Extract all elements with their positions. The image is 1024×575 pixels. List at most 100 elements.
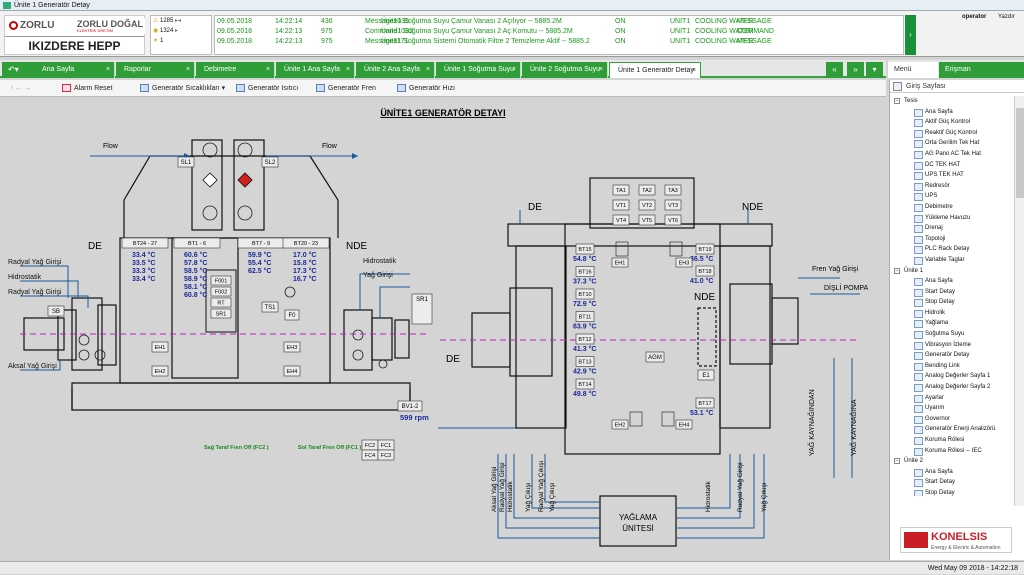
tab-nav-button[interactable]: ▾ (866, 62, 883, 78)
bt-nde-value: 41.0 °C (690, 277, 713, 285)
tree-item[interactable]: Uyarım (892, 403, 1010, 414)
tree-item[interactable]: Stop Detay (892, 297, 1010, 308)
bt-right-value: 72.9 °C (573, 300, 596, 308)
tree-item[interactable]: Ana Sayfa (892, 107, 1010, 118)
collapse-icon[interactable]: − (894, 98, 900, 104)
tab-5[interactable]: Ünite 1 Soğutma Suyu × (436, 62, 521, 78)
tree-item[interactable]: AG Pano AC Tek Hat (892, 149, 1010, 160)
eh-right-label: EH2 (615, 423, 626, 429)
tree-group[interactable]: − Ünite 2 (892, 456, 1010, 467)
tree-item[interactable]: Yükleme Havuzu (892, 213, 1010, 224)
tree-item[interactable]: UPS TEK HAT (892, 170, 1010, 181)
tab-6[interactable]: Ünite 2 Soğutma Suyu × (522, 62, 608, 78)
tree-item[interactable]: Governor (892, 414, 1010, 425)
company-logo: ZORLU ZORLU DOĞAL ELEKTRİK ÜRETİM IKIZDE… (4, 15, 145, 55)
collapse-icon[interactable]: − (894, 267, 900, 274)
alarm-counters[interactable]: ⚠ 1285 ▸◂ ◉ 1324 ▸ ✶ 1 (150, 15, 212, 55)
bt-right-value: 63.9 °C (573, 323, 596, 331)
tree-item[interactable]: PLC Rack Detay (892, 244, 1010, 255)
tree-group[interactable]: − Ünite 1 (892, 266, 1010, 277)
bt-right-value: 49.8 °C (573, 390, 596, 398)
tree-item[interactable]: Koruma Rölesi -- IEC (892, 446, 1010, 457)
pipe-label: Radyal Yağ Çıkışı (538, 460, 545, 512)
gen-temps-button[interactable]: Generatör Sıcaklıkları ▾ (140, 83, 225, 94)
tree-item[interactable]: Debimetre (892, 202, 1010, 213)
tree-item[interactable]: Start Detay (892, 287, 1010, 298)
alarm-reset-button[interactable]: Alarm Reset (62, 83, 113, 94)
tab-close-icon[interactable]: × (186, 62, 190, 78)
tree-item[interactable]: Aktif Güç Kontrol (892, 117, 1010, 128)
bt-right-label: BT16 (578, 270, 591, 276)
tree-item[interactable]: Redresör (892, 181, 1010, 192)
speed-value: 599 rpm (400, 413, 429, 422)
tab-close-icon[interactable]: × (346, 62, 350, 78)
bt-group-label: BT24 - 27 (133, 241, 157, 247)
collapse-icon[interactable]: − (894, 458, 900, 465)
tab-3[interactable]: Ünite 1 Ana Sayfa × (276, 62, 355, 78)
pipe-label: Hidrostatik (507, 481, 514, 512)
tree-item[interactable]: Analog Değerler Sayfa 1 (892, 371, 1010, 382)
tab-access[interactable]: Erişman (939, 62, 1024, 78)
tree-group[interactable]: − Tesis (892, 96, 1010, 107)
tree-item[interactable]: UPS (892, 191, 1010, 202)
tree-item[interactable]: Orta Gerilim Tek Hat (892, 138, 1010, 149)
tab-close-icon[interactable]: × (599, 62, 603, 78)
tab-close-icon[interactable]: × (426, 62, 430, 78)
tab-4[interactable]: Ünite 2 Ana Sayfa × (356, 62, 435, 78)
tree-item[interactable]: Reaktif Güç Kontrol (892, 128, 1010, 139)
tree-scrollbar[interactable] (1014, 96, 1024, 506)
tree-item[interactable]: Vibrasyon İzleme (892, 340, 1010, 351)
tree-item[interactable]: Start Detay (892, 477, 1010, 488)
fc-label: FC2 (365, 443, 375, 449)
tree-item[interactable]: Hidrolik (892, 308, 1010, 319)
tree-item[interactable]: Stop Detay (892, 488, 1010, 496)
tree-item[interactable]: Yağlama (892, 318, 1010, 329)
gen-speed-button[interactable]: Generatör Hızı (397, 83, 455, 94)
tree-item[interactable]: Koruma Rölesi (892, 435, 1010, 446)
tab-menu[interactable]: Menü (888, 62, 938, 78)
tree-item[interactable]: Analog Değerler Sayfa 2 (892, 382, 1010, 393)
tree-item[interactable]: Topoloji (892, 234, 1010, 245)
tab-nav-button[interactable]: « (826, 62, 843, 78)
gen-brake-button[interactable]: Generatör Fren (316, 83, 376, 94)
message-scroll-button[interactable]: › (905, 15, 916, 55)
ta-vt-label: VT6 (668, 218, 678, 224)
tab-2[interactable]: Debimetre × (196, 62, 275, 78)
tab-0[interactable]: Ana Sayfa × (34, 62, 115, 78)
user-name[interactable]: operator (962, 14, 986, 20)
bt-right-value: 41.3 °C (573, 345, 596, 353)
navigation-panel: Giriş Sayfası − Tesis Ana Sayfa Aktif Güç K… (889, 80, 1024, 560)
temp-value: 17.3 °C (293, 267, 316, 275)
other-count: 1 (160, 38, 164, 44)
tree-item[interactable]: Drenaj (892, 223, 1010, 234)
gen-speed-icon (397, 84, 406, 93)
tree-item[interactable]: Generatör Detay (892, 350, 1010, 361)
tree-item[interactable]: Bending Link (892, 361, 1010, 372)
tree-header[interactable]: Giriş Sayfası (906, 83, 946, 90)
brake-left-status: Sol Taraf Fren Off (FC1 ) (298, 445, 361, 451)
tree-item[interactable]: Ana Sayfa (892, 276, 1010, 287)
gen-heater-button[interactable]: Generatör Isıtıcı (236, 83, 298, 94)
tab-7[interactable]: Ünite 1 Generatör Detay × (609, 62, 701, 78)
tab-close-icon[interactable]: × (266, 62, 270, 78)
tree-item[interactable]: DC TEK HAT (892, 160, 1010, 171)
message-list[interactable]: 09.05.2018 14:22:14 436 Message1035 Ünite1 S… (214, 15, 904, 55)
de-label-right: DE (446, 354, 460, 365)
home-tab-button[interactable]: ↶▾ (2, 62, 34, 78)
print-button[interactable]: Yazdır (998, 14, 1015, 20)
nav-arrows[interactable]: ↑ ← → (10, 83, 31, 94)
diagram-title: ÜNİTE1 GENERATÖR DETAYI (380, 108, 505, 118)
tree-item[interactable]: Soğutma Suyu (892, 329, 1010, 340)
lube-unit-line1: YAĞLAMA (619, 513, 658, 522)
tab-1[interactable]: Raporlar × (116, 62, 195, 78)
tree-item[interactable]: Generatör Enerji Analizörü (892, 424, 1010, 435)
tab-close-icon[interactable]: × (692, 63, 696, 79)
tree-item[interactable]: Ayarlar (892, 393, 1010, 404)
tab-nav-button[interactable]: » (847, 62, 864, 78)
tree-item[interactable]: Ana Sayfa (892, 467, 1010, 478)
status-bar: Wed May 09 2018 - 14:22:18 (0, 561, 1024, 574)
tree-item[interactable]: Variable Taglar (892, 255, 1010, 266)
tab-close-icon[interactable]: × (106, 62, 110, 78)
left-label-2: Hidrostatik (8, 274, 42, 281)
tab-close-icon[interactable]: × (512, 62, 516, 78)
